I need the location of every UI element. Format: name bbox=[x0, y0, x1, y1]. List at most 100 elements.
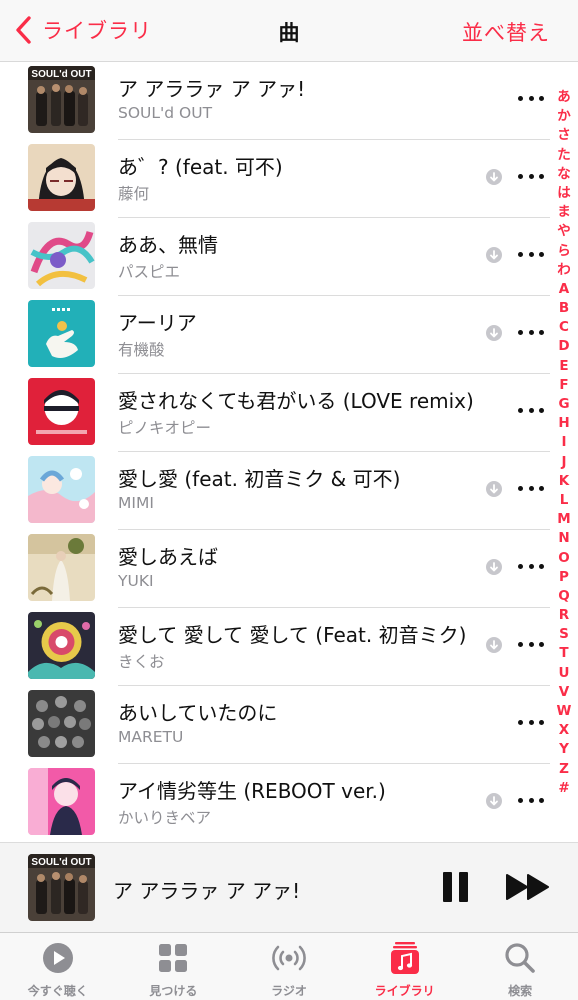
tab-label: ラジオ bbox=[271, 984, 307, 998]
index-letter[interactable]: ら bbox=[557, 242, 571, 261]
section-index[interactable]: あかさたなはまやらわ A B C D E F G H I J K L M N O P Q R S T U V W X Y Z # bbox=[554, 88, 574, 798]
index-letter[interactable]: J bbox=[561, 453, 566, 472]
song-row[interactable]: 愛しあえば YUKI bbox=[0, 530, 552, 608]
grid-icon bbox=[156, 941, 190, 975]
index-letter[interactable]: や bbox=[557, 222, 571, 241]
tab-radio[interactable]: ラジオ bbox=[231, 933, 347, 1000]
song-row[interactable]: ああ、無情 パスピエ bbox=[0, 218, 552, 296]
index-letter[interactable]: は bbox=[557, 184, 571, 203]
index-letter[interactable]: わ bbox=[557, 261, 571, 280]
song-artist: 有機酸 bbox=[118, 341, 165, 359]
index-letter[interactable]: あ bbox=[557, 88, 571, 107]
index-letter[interactable]: た bbox=[557, 146, 571, 165]
index-letter[interactable]: か bbox=[557, 107, 571, 126]
index-letter[interactable]: S bbox=[559, 625, 569, 644]
now-playing-title: ア アララァ ア アァ! bbox=[113, 879, 301, 903]
back-button[interactable]: ライブラリ bbox=[14, 12, 152, 48]
tab-library[interactable]: ライブラリ bbox=[347, 933, 463, 1000]
back-label: ライブラリ bbox=[42, 19, 152, 43]
song-artist: MARETU bbox=[118, 728, 184, 746]
song-row[interactable]: 愛し愛 (feat. 初音ミク & 可不) MIMI bbox=[0, 452, 552, 530]
song-row[interactable]: 愛して 愛して 愛して (Feat. 初音ミク) きくお bbox=[0, 608, 552, 686]
song-artist: ピノキオピー bbox=[118, 419, 212, 437]
tab-label: 今すぐ聴く bbox=[27, 984, 88, 998]
index-letter[interactable]: K bbox=[559, 472, 569, 491]
index-letter[interactable]: H bbox=[558, 414, 569, 433]
song-row[interactable]: SOUL'd OUT ア アララァ ア アァ! SOUL'd OUT bbox=[0, 62, 552, 140]
now-playing-art: SOUL'd OUT bbox=[28, 854, 95, 921]
download-arrow-icon bbox=[486, 325, 502, 341]
index-letter[interactable]: G bbox=[558, 395, 569, 414]
index-letter[interactable]: W bbox=[557, 702, 572, 721]
mini-player[interactable]: SOUL'd OUT ア アララァ ア アァ! bbox=[0, 842, 578, 932]
skip-forward-button[interactable] bbox=[505, 873, 551, 901]
tab-browse[interactable]: 見つける bbox=[116, 933, 232, 1000]
navigation-bar: ライブラリ 曲 並べ替え bbox=[0, 0, 578, 62]
song-artist: YUKI bbox=[118, 572, 154, 590]
index-letter[interactable]: I bbox=[561, 433, 566, 452]
pause-button[interactable] bbox=[443, 872, 469, 902]
song-title: ああ、無情 bbox=[118, 233, 218, 257]
tab-listen-now[interactable]: 今すぐ聴く bbox=[0, 933, 116, 1000]
song-row[interactable]: アーリア 有機酸 bbox=[0, 296, 552, 374]
song-artist: MIMI bbox=[118, 494, 154, 512]
song-row[interactable]: あ゛? (feat. 可不) 藤何 bbox=[0, 140, 552, 218]
tab-bar: 今すぐ聴く 見つける ラジオ ライブラリ 検索 bbox=[0, 932, 578, 1000]
song-row[interactable]: 愛されなくても君がいる (LOVE remix) ピノキオピー bbox=[0, 374, 552, 452]
index-letter[interactable]: ま bbox=[557, 203, 571, 222]
more-options-button[interactable] bbox=[518, 478, 544, 498]
song-row[interactable]: アイ情劣等生 (REBOOT ver.) かいりきベア bbox=[0, 764, 552, 842]
more-options-button[interactable] bbox=[518, 634, 544, 654]
album-art-label: SOUL'd OUT bbox=[31, 857, 91, 868]
index-letter[interactable]: X bbox=[559, 721, 569, 740]
song-title: 愛し愛 (feat. 初音ミク & 可不) bbox=[118, 467, 401, 491]
album-art bbox=[28, 378, 95, 445]
download-arrow-icon bbox=[486, 637, 502, 653]
more-options-button[interactable] bbox=[518, 712, 544, 732]
index-letter[interactable]: M bbox=[557, 510, 570, 529]
song-title: あいしていたのに bbox=[118, 701, 278, 725]
tab-search[interactable]: 検索 bbox=[462, 933, 578, 1000]
pause-icon bbox=[443, 872, 452, 902]
song-title: ア アララァ ア アァ! bbox=[118, 77, 306, 101]
index-letter[interactable]: F bbox=[559, 376, 568, 395]
song-title: アーリア bbox=[118, 311, 197, 335]
tab-label: 検索 bbox=[508, 984, 533, 998]
song-row[interactable]: あいしていたのに MARETU bbox=[0, 686, 552, 764]
more-options-button[interactable] bbox=[518, 556, 544, 576]
more-options-button[interactable] bbox=[518, 322, 544, 342]
album-art bbox=[28, 144, 95, 211]
index-letter[interactable]: C bbox=[559, 318, 569, 337]
index-letter[interactable]: さ bbox=[557, 126, 571, 145]
index-letter[interactable]: R bbox=[559, 606, 569, 625]
song-title: 愛されなくても君がいる (LOVE remix) bbox=[118, 389, 474, 413]
index-letter[interactable]: Q bbox=[558, 587, 569, 606]
index-letter[interactable]: Y bbox=[559, 740, 569, 759]
album-art bbox=[28, 612, 95, 679]
index-letter[interactable]: B bbox=[559, 299, 569, 318]
index-letter[interactable]: U bbox=[559, 664, 570, 683]
more-options-button[interactable] bbox=[518, 790, 544, 810]
index-letter[interactable]: Z bbox=[559, 760, 569, 779]
album-art-label: SOUL'd OUT bbox=[31, 69, 91, 80]
download-arrow-icon bbox=[486, 247, 502, 263]
index-letter[interactable]: P bbox=[559, 568, 569, 587]
index-letter[interactable]: な bbox=[557, 165, 571, 184]
index-letter[interactable]: A bbox=[559, 280, 569, 299]
index-letter[interactable]: O bbox=[558, 549, 569, 568]
more-options-button[interactable] bbox=[518, 400, 544, 420]
sort-button[interactable]: 並べ替え bbox=[462, 17, 550, 47]
index-letter[interactable]: # bbox=[558, 779, 569, 798]
download-arrow-icon bbox=[486, 169, 502, 185]
index-letter[interactable]: E bbox=[559, 357, 568, 376]
more-options-button[interactable] bbox=[518, 88, 544, 108]
index-letter[interactable]: V bbox=[559, 683, 569, 702]
index-letter[interactable]: D bbox=[558, 337, 569, 356]
index-letter[interactable]: L bbox=[560, 491, 569, 510]
download-arrow-icon bbox=[486, 793, 502, 809]
song-title: 愛しあえば bbox=[118, 545, 218, 569]
index-letter[interactable]: T bbox=[559, 644, 568, 663]
more-options-button[interactable] bbox=[518, 244, 544, 264]
index-letter[interactable]: N bbox=[558, 529, 569, 548]
more-options-button[interactable] bbox=[518, 166, 544, 186]
